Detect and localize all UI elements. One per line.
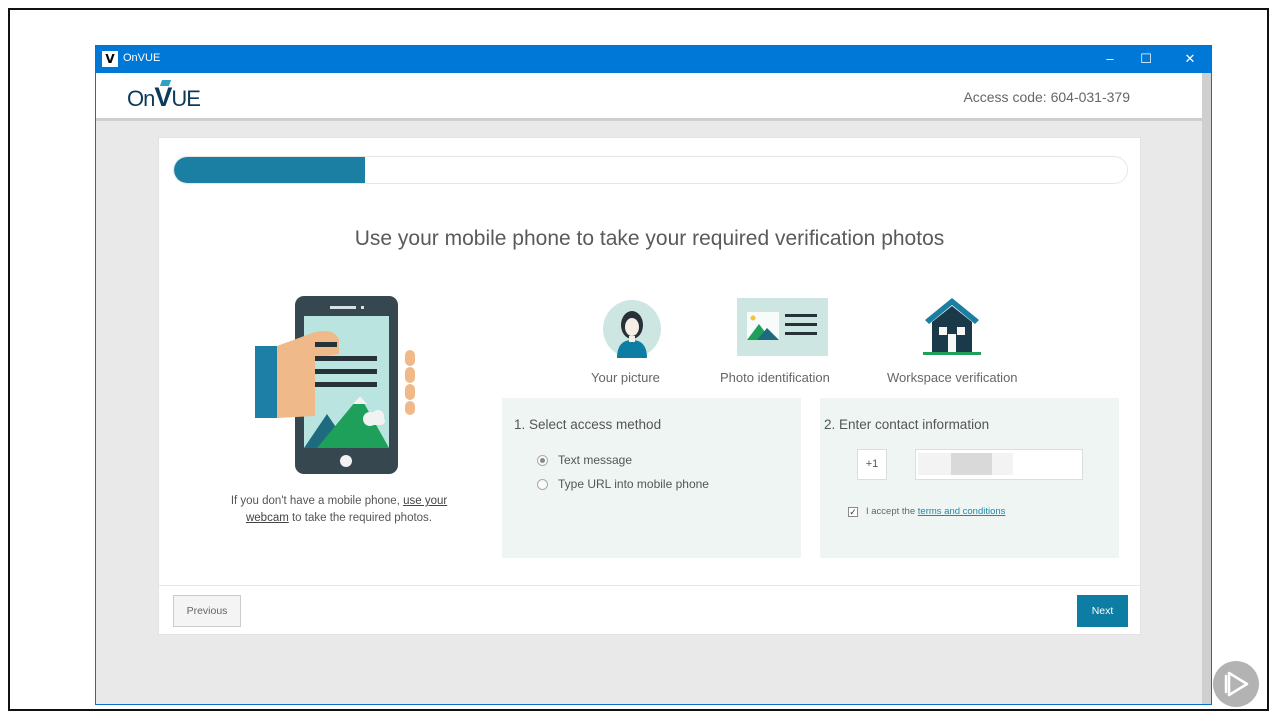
window-titlebar[interactable]: V OnVUE – ☐ ✕	[96, 46, 1211, 73]
access-method-title: 1. Select access method	[514, 417, 662, 432]
app-header: OnVUE Access code: 604-031-379	[96, 73, 1202, 121]
vertical-scrollbar[interactable]	[1202, 73, 1211, 704]
webcam-note-after: to take the required photos.	[288, 512, 433, 524]
webcam-fallback-note: If you don't have a mobile phone, use yo…	[219, 493, 459, 527]
window-title: OnVUE	[123, 52, 161, 64]
screenshot-frame: V OnVUE – ☐ ✕ OnVUE Access code: 604-031…	[8, 8, 1269, 711]
step-label-photo-identification: Photo identification	[720, 370, 830, 385]
terms-and-conditions-link[interactable]: terms and conditions	[918, 506, 1006, 517]
access-code-label: Access code:	[963, 89, 1047, 105]
minimize-button[interactable]: –	[1096, 48, 1124, 70]
logo-text-on: On	[127, 86, 155, 111]
step-workspace-verification	[923, 296, 981, 358]
country-code-field[interactable]: +1	[857, 449, 887, 480]
phone-in-hand-illustration	[255, 296, 415, 474]
radio-button-type-url[interactable]	[537, 478, 548, 490]
footer-divider	[159, 585, 1140, 586]
phone-home-button	[340, 455, 352, 467]
radio-label-text-message: Text message	[558, 453, 633, 467]
page-headline: Use your mobile phone to take your requi…	[354, 227, 945, 250]
previous-button[interactable]: Previous	[173, 595, 241, 627]
id-card-icon	[737, 298, 828, 356]
next-button[interactable]: Next	[1077, 595, 1128, 627]
step-photo-identification	[737, 298, 828, 356]
access-code: Access code: 604-031-379	[963, 89, 1130, 105]
logo-text-ue: UE	[171, 86, 201, 111]
radio-label-type-url: Type URL into mobile phone	[558, 477, 709, 491]
app-icon: V	[102, 51, 118, 67]
access-method-panel: 1. Select access method Text message Typ…	[502, 398, 801, 558]
phone-number-input[interactable]	[915, 449, 1083, 480]
onvue-app-window: V OnVUE – ☐ ✕ OnVUE Access code: 604-031…	[95, 45, 1212, 705]
close-button[interactable]: ✕	[1176, 48, 1204, 70]
access-code-value: 604-031-379	[1050, 89, 1130, 105]
radio-button-text-message[interactable]	[537, 454, 548, 466]
terms-text: I accept the terms and conditions	[866, 506, 1005, 517]
webcam-note-before: If you don't have a mobile phone,	[230, 495, 404, 507]
contact-info-title: 2. Enter contact information	[824, 417, 990, 432]
terms-prefix: I accept the	[866, 506, 918, 517]
step-label-workspace-verification: Workspace verification	[887, 370, 1018, 385]
progress-fill	[174, 157, 365, 183]
terms-checkbox[interactable]: ✓	[848, 506, 858, 517]
play-icon	[1224, 671, 1249, 697]
verification-card: Use your mobile phone to take your requi…	[158, 137, 1141, 635]
progress-bar	[173, 156, 1128, 184]
step-your-picture	[603, 300, 661, 358]
radio-text-message[interactable]: Text message	[537, 453, 632, 467]
house-icon	[923, 298, 981, 355]
terms-row[interactable]: ✓ I accept the terms and conditions	[848, 506, 1005, 517]
onvue-logo: OnVUE	[127, 82, 201, 113]
maximize-button[interactable]: ☐	[1132, 48, 1160, 70]
radio-type-url[interactable]: Type URL into mobile phone	[537, 477, 709, 491]
sleeve-shape	[255, 346, 277, 418]
person-avatar-icon	[603, 300, 661, 358]
logo-text-v: V	[154, 82, 172, 112]
step-label-your-picture: Your picture	[591, 370, 660, 385]
contact-info-panel: 2. Enter contact information +1 ✓ I acce…	[820, 398, 1119, 558]
play-badge[interactable]	[1213, 661, 1259, 707]
